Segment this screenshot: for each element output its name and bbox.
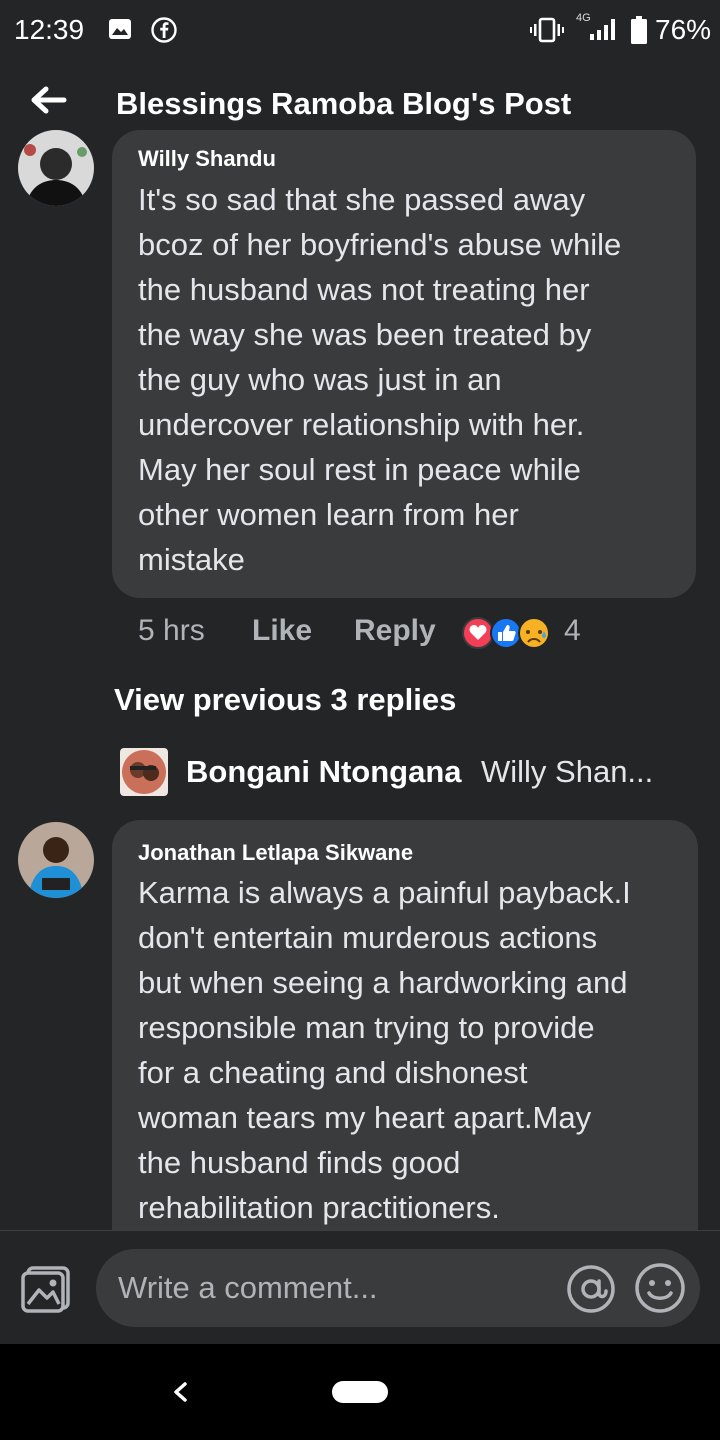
comment-line: the husband was not treating her [138, 272, 590, 307]
reply-button[interactable]: Reply [354, 614, 436, 648]
comment-line: undercover relationship with her. [138, 407, 585, 442]
comment-line: It's so sad that she passed away [138, 182, 586, 217]
reply-avatar-image [120, 748, 168, 796]
avatar[interactable] [18, 822, 94, 898]
reply-preview[interactable]: Willy Shan... [481, 754, 653, 790]
view-previous-replies-link[interactable]: View previous 3 replies [114, 682, 456, 718]
avatar-image [18, 822, 94, 898]
comment-line: bcoz of her boyfriend's abuse while [138, 227, 622, 262]
battery-percentage: 76% [655, 14, 712, 45]
reactions-summary[interactable] [462, 616, 552, 650]
vibrate-icon [530, 17, 564, 43]
avatar[interactable] [18, 130, 94, 206]
arrow-left-icon[interactable] [28, 84, 68, 116]
reply-author[interactable]: Bongani Ntongana [186, 754, 462, 790]
comment-line: the way she was been treated by [138, 317, 592, 352]
comment-line: responsible man trying to provide [138, 1010, 595, 1045]
avatar-image [18, 130, 94, 206]
comment-line: the guy who was just in an [138, 362, 502, 397]
nav-home-pill[interactable] [332, 1381, 388, 1403]
comment-input-placeholder[interactable]: Write a comment... [118, 1270, 378, 1306]
comment-author[interactable]: Jonathan Letlapa Sikwane [138, 840, 413, 866]
comment-text: It's so sad that she passed away bcoz of… [138, 177, 621, 582]
comment-line: the husband finds good [138, 1145, 461, 1180]
status-time: 12:39 [14, 14, 85, 45]
gallery-icon [109, 19, 131, 39]
reply-avatar[interactable] [120, 748, 168, 796]
comment-line: for a cheating and dishonest [138, 1055, 528, 1090]
comment-timestamp: 5 hrs [138, 614, 205, 647]
comment-text: Karma is always a painful payback.I don'… [138, 870, 631, 1230]
like-button[interactable]: Like [252, 614, 312, 648]
comment-line: Karma is always a painful payback.I [138, 875, 631, 910]
page-title: Blessings Ramoba Blog's Post [116, 86, 572, 121]
comment-line: but when seeing a hardworking and [138, 965, 628, 1000]
comment-author[interactable]: Willy Shandu [138, 146, 276, 172]
reaction-count[interactable]: 4 [564, 614, 581, 648]
comment-line: May her soul rest in peace while [138, 452, 581, 487]
mention-icon[interactable] [566, 1264, 616, 1314]
comment-line: don't entertain murderous actions [138, 920, 598, 955]
comment-line: rehabilitation practitioners. [138, 1190, 500, 1225]
comment-line: other women learn from her [138, 497, 519, 532]
battery-icon [631, 16, 647, 44]
love-reaction-icon [462, 617, 494, 649]
nav-back-icon[interactable] [168, 1376, 192, 1408]
comment-line: mistake [138, 542, 245, 577]
sad-reaction-icon [518, 617, 550, 649]
comment-line: woman tears my heart apart.May [138, 1100, 592, 1135]
emoji-icon[interactable] [634, 1262, 686, 1314]
facebook-icon [151, 17, 177, 43]
like-reaction-icon [490, 617, 522, 649]
signal-icon [590, 19, 615, 40]
photo-icon[interactable] [20, 1262, 72, 1314]
